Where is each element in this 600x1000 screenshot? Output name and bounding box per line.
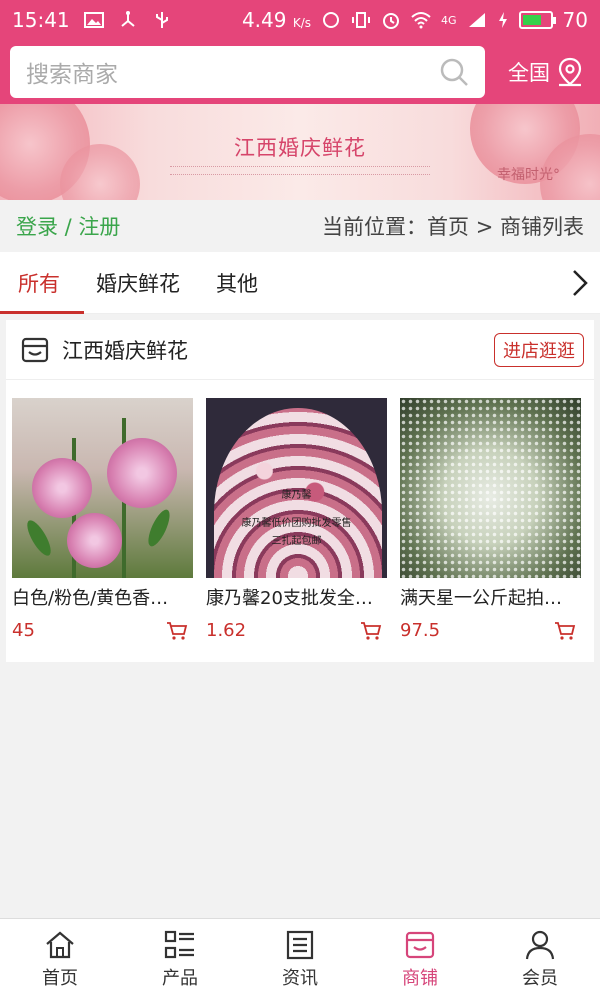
product-image[interactable] <box>12 398 193 578</box>
product-image-text: 三扎起包邮 <box>271 536 322 547</box>
store-header: 江西婚庆鲜花 进店逛逛 <box>6 320 594 380</box>
status-bar: 15:41 4.49 K/s 4G 70 <box>0 0 600 40</box>
product-price: 97.5 <box>400 620 441 641</box>
news-icon <box>286 930 314 959</box>
search-input[interactable]: 搜索商家 <box>10 46 485 98</box>
product-item[interactable]: 白色/粉色/黄色香… 45 <box>6 398 200 641</box>
login-register-link[interactable]: 登录 / 注册 <box>16 211 120 241</box>
wifi-icon <box>411 12 431 29</box>
search-placeholder: 搜索商家 <box>26 62 118 88</box>
region-selector[interactable]: 全国 <box>508 57 590 87</box>
product-image[interactable] <box>400 398 581 578</box>
tab-other[interactable]: 其他 <box>198 252 276 314</box>
signal-type: 4G <box>441 13 457 27</box>
grid-list-icon <box>164 930 194 958</box>
bottom-nav: 首页 产品 资讯 商铺 会员 <box>0 918 600 1000</box>
banner[interactable]: 江西婚庆鲜花 幸福时光° <box>0 104 600 200</box>
product-item[interactable]: 满天星一公斤起拍… 97.5 <box>394 398 588 641</box>
usb-icon <box>155 12 168 28</box>
vibrate-icon <box>352 12 371 28</box>
nav-stores[interactable]: 商铺 <box>360 919 480 1000</box>
product-image-text: 康乃馨 <box>281 490 312 501</box>
nav-products[interactable]: 产品 <box>120 919 240 1000</box>
location-pin-icon <box>558 57 582 87</box>
product-name[interactable]: 满天星一公斤起拍… <box>400 584 576 610</box>
user-icon <box>525 930 555 959</box>
nav-member-label: 会员 <box>522 967 558 989</box>
network-speed: 4.49 K/s <box>241 8 312 32</box>
banner-subtitle: 幸福时光° <box>497 167 560 183</box>
product-item[interactable]: 康乃馨 康乃馨低价团购批发零售 三扎起包邮 康乃馨20支批发全… 1.62 <box>200 398 394 641</box>
signal-icon <box>468 13 485 27</box>
battery-fill <box>522 15 541 25</box>
sync-icon <box>323 12 340 28</box>
visit-store-button[interactable]: 进店逛逛 <box>494 332 584 367</box>
add-to-cart-icon[interactable] <box>554 621 576 641</box>
login-bar: 登录 / 注册 当前位置：首页 > 商铺列表 <box>0 200 600 252</box>
category-tabs: 所有 婚庆鲜花 其他 <box>0 252 600 314</box>
breadcrumb: 当前位置：首页 > 商铺列表 <box>322 215 584 239</box>
product-name[interactable]: 康乃馨20支批发全… <box>206 584 382 610</box>
tab-all[interactable]: 所有 <box>0 252 84 314</box>
usb-share-icon <box>121 11 135 27</box>
image-notification-icon <box>83 12 104 28</box>
tab-wedding-flowers[interactable]: 婚庆鲜花 <box>78 252 198 314</box>
nav-home-label: 首页 <box>42 967 78 989</box>
store-icon <box>405 931 435 958</box>
region-label: 全国 <box>508 61 550 85</box>
tabs-more-button[interactable] <box>560 252 600 314</box>
charging-icon <box>498 12 507 28</box>
add-to-cart-icon[interactable] <box>166 621 188 641</box>
product-image-text: 康乃馨低价团购批发零售 <box>241 518 352 529</box>
shop-icon <box>21 337 49 362</box>
store-name[interactable]: 江西婚庆鲜花 <box>62 335 188 365</box>
nav-news-label: 资讯 <box>282 967 318 989</box>
nav-products-label: 产品 <box>162 967 198 989</box>
nav-home[interactable]: 首页 <box>0 919 120 1000</box>
product-image[interactable]: 康乃馨 康乃馨低价团购批发零售 三扎起包邮 <box>206 398 387 578</box>
nav-news[interactable]: 资讯 <box>240 919 360 1000</box>
product-name[interactable]: 白色/粉色/黄色香… <box>12 584 188 610</box>
header: 搜索商家 全国 <box>0 40 600 104</box>
battery-percent: 70 <box>562 8 588 32</box>
home-icon <box>46 931 74 958</box>
alarm-icon <box>383 13 400 29</box>
product-price: 45 <box>12 620 35 641</box>
product-list: 白色/粉色/黄色香… 45 康乃馨 康乃馨低价团购批发零售 三扎起包邮 康乃馨2… <box>6 398 594 641</box>
banner-title: 江西婚庆鲜花 <box>234 136 366 160</box>
product-price: 1.62 <box>206 620 247 641</box>
status-time: 15:41 <box>12 8 70 32</box>
search-icon[interactable] <box>439 57 469 87</box>
battery-icon <box>518 11 556 29</box>
store-card: 江西婚庆鲜花 进店逛逛 白色/粉色/黄色香… 45 康乃馨 康乃馨低价团购批发零… <box>6 320 594 662</box>
add-to-cart-icon[interactable] <box>360 621 382 641</box>
chevron-right-icon <box>573 269 588 296</box>
nav-stores-label: 商铺 <box>402 967 438 989</box>
nav-member[interactable]: 会员 <box>480 919 600 1000</box>
